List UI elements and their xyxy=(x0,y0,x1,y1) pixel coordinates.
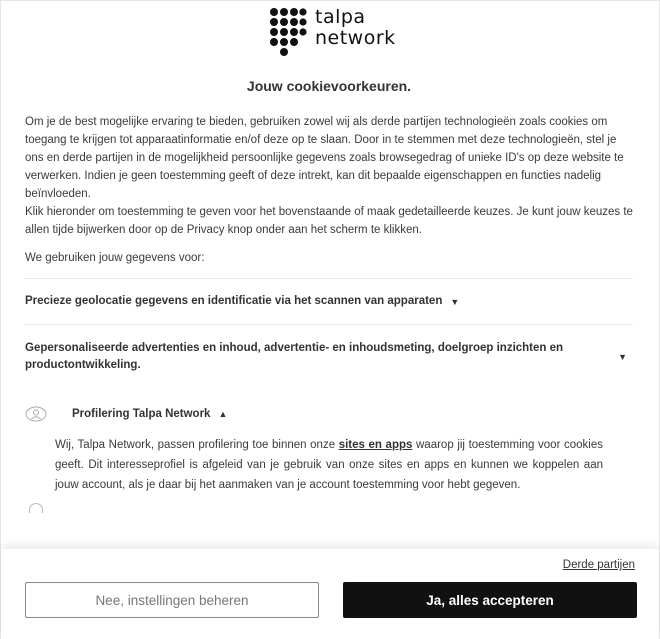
section-profiling[interactable]: Profilering Talpa Network ▲ xyxy=(25,399,633,429)
caret-down-icon: ▼ xyxy=(450,296,460,307)
manage-settings-button[interactable]: Nee, instellingen beheren xyxy=(25,582,319,618)
logo-dots-icon xyxy=(270,8,307,56)
profiling-text-before: Wij, Talpa Network, passen profilering t… xyxy=(55,439,339,451)
dialog-title: Jouw cookievoorkeuren. xyxy=(246,78,412,94)
data-use-label: We gebruiken jouw gegevens voor: xyxy=(25,252,205,264)
caret-up-icon: ▲ xyxy=(218,409,228,419)
profiling-title: Profilering Talpa Network xyxy=(72,408,211,420)
section-personalised-ads-title: Gepersonaliseerde advertenties en inhoud… xyxy=(25,342,564,371)
section-geolocation[interactable]: Precieze geolocatie gegevens en identifi… xyxy=(25,278,633,324)
third-parties-link[interactable]: Derde partijen xyxy=(563,559,635,571)
logo-line-2: network xyxy=(315,27,396,49)
dialog-content[interactable]: Om je de best mogelijke ervaring te bied… xyxy=(25,113,633,541)
intro-paragraph-1: Om je de best mogelijke ervaring te bied… xyxy=(25,116,624,200)
logo-text: talpa network xyxy=(315,7,396,49)
section-personalised-ads[interactable]: Gepersonaliseerde advertenties en inhoud… xyxy=(25,324,633,389)
cookie-consent-dialog: talpa network Jouw cookievoorkeuren. Om … xyxy=(0,0,660,639)
profiling-description: Wij, Talpa Network, passen profilering t… xyxy=(55,435,603,495)
sites-and-apps-link[interactable]: sites en apps xyxy=(339,439,413,451)
section-geolocation-title: Precieze geolocatie gegevens en identifi… xyxy=(25,295,443,307)
profile-avatar-icon xyxy=(25,406,47,422)
accept-all-button[interactable]: Ja, alles accepteren xyxy=(343,582,637,618)
dialog-footer: Derde partijen Nee, instellingen beheren… xyxy=(1,549,659,639)
next-section-icon xyxy=(29,503,43,513)
logo-line-1: talpa xyxy=(315,6,366,28)
caret-down-icon: ▼ xyxy=(618,352,627,362)
intro-paragraph-2: Klik hieronder om toestemming te geven v… xyxy=(25,206,633,236)
talpa-network-logo: talpa network xyxy=(269,7,396,57)
